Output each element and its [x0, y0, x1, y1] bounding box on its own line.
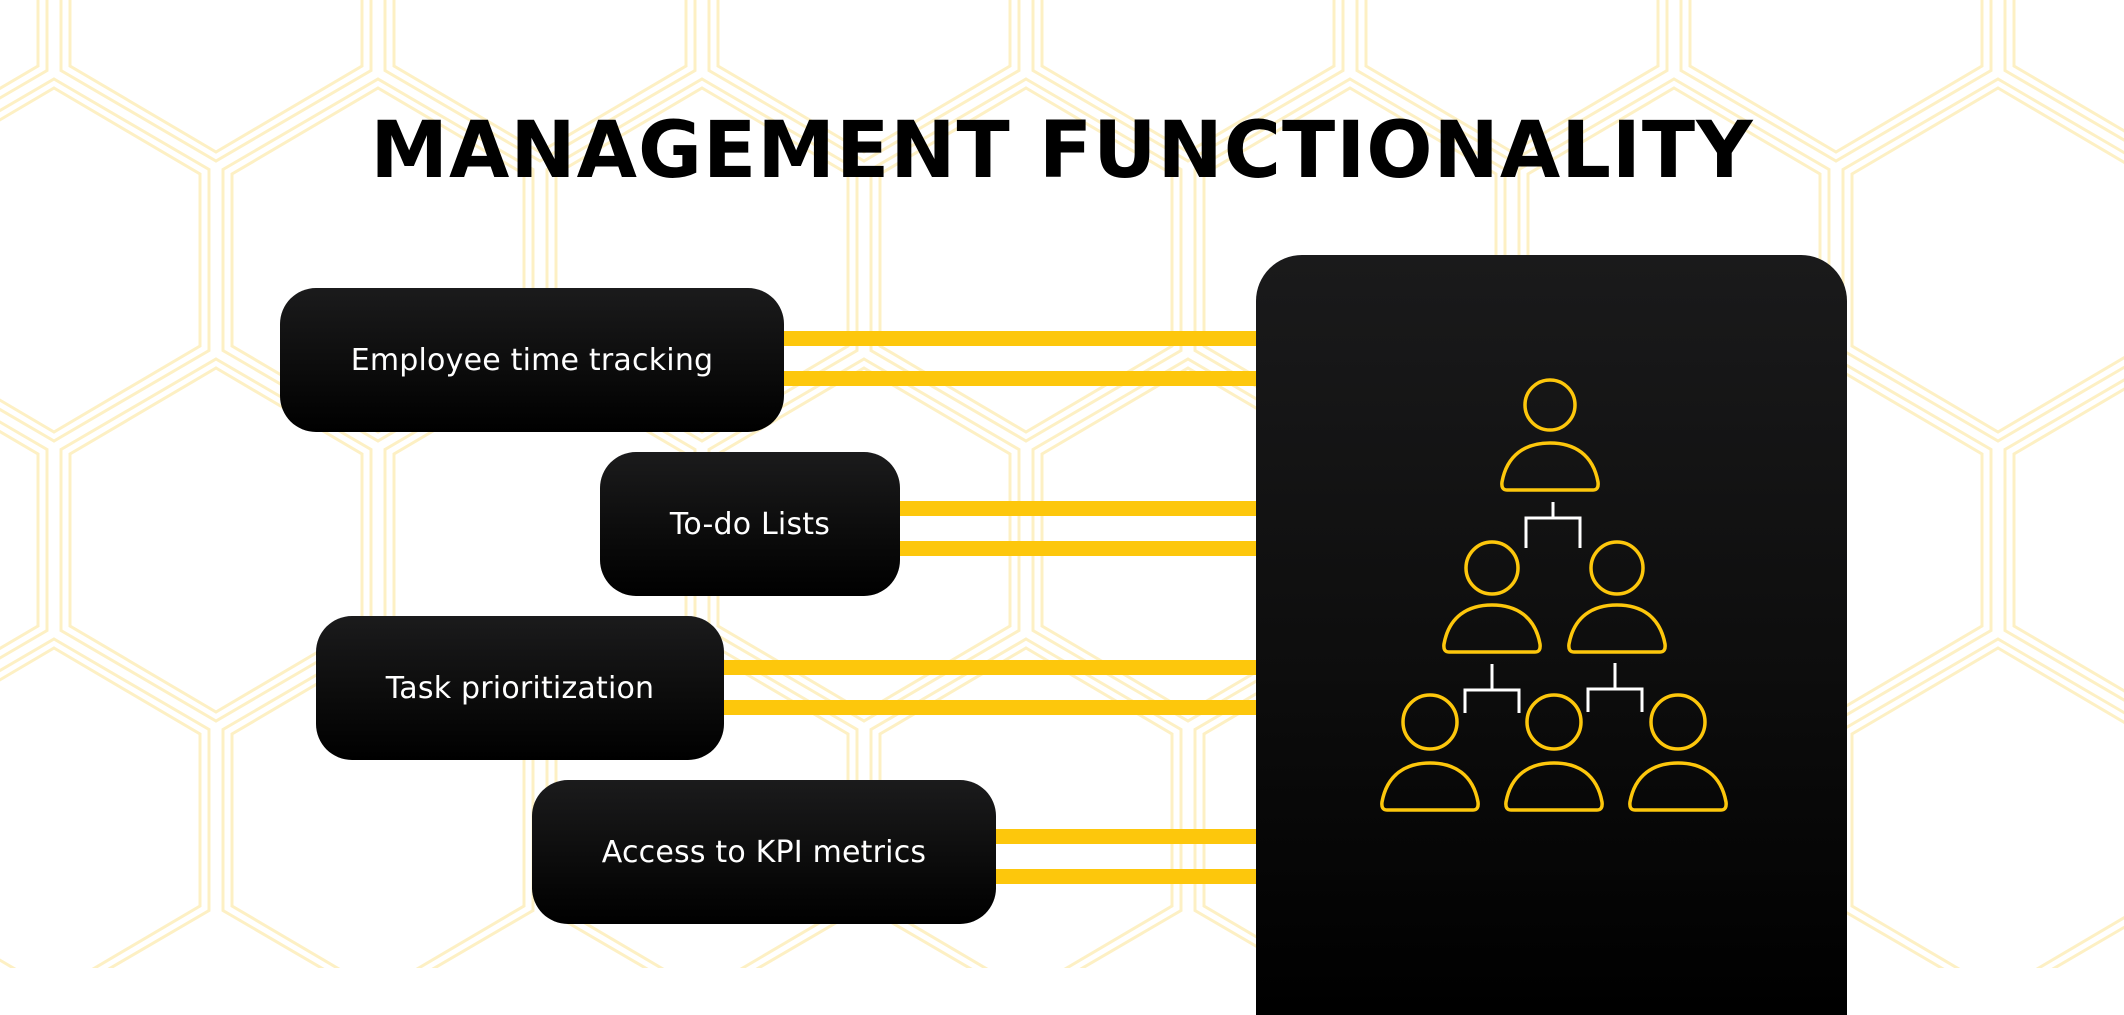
feature-label: Task prioritization — [385, 670, 655, 706]
feature-label: Access to KPI metrics — [601, 834, 927, 870]
honeycomb-cell-inner — [2012, 387, 2124, 693]
honeycomb-cell-outer — [1841, 637, 2124, 968]
honeycomb-cell-inner — [0, 646, 202, 968]
feature-pill-task-prioritization: Task prioritization — [316, 616, 724, 760]
feature-label: To-do Lists — [669, 506, 831, 542]
feature-label: Employee time tracking — [350, 342, 714, 378]
connector-line-todo-lists-bottom — [880, 541, 1262, 556]
connector-line-kpi-metrics-top — [980, 829, 1262, 844]
connector-line-employee-time-tracking-top — [770, 331, 1262, 346]
org-chart-panel — [1256, 255, 1847, 1015]
feature-pill-todo-lists: To-do Lists — [600, 452, 900, 596]
feature-pill-kpi-metrics: Access to KPI metrics — [532, 780, 996, 924]
connector-line-employee-time-tracking-bottom — [770, 371, 1262, 386]
honeycomb-cell-inner — [1850, 646, 2124, 968]
connector-line-task-prioritization-top — [710, 660, 1262, 675]
connector-line-task-prioritization-bottom — [710, 700, 1262, 715]
feature-pill-employee-time-tracking: Employee time tracking — [280, 288, 784, 432]
honeycomb-cell-outer — [2003, 378, 2124, 702]
slide-title: MANAGEMENT FUNCTIONALITY — [370, 106, 1754, 196]
connector-line-todo-lists-top — [880, 501, 1262, 516]
connector-line-kpi-metrics-bottom — [980, 869, 1262, 884]
